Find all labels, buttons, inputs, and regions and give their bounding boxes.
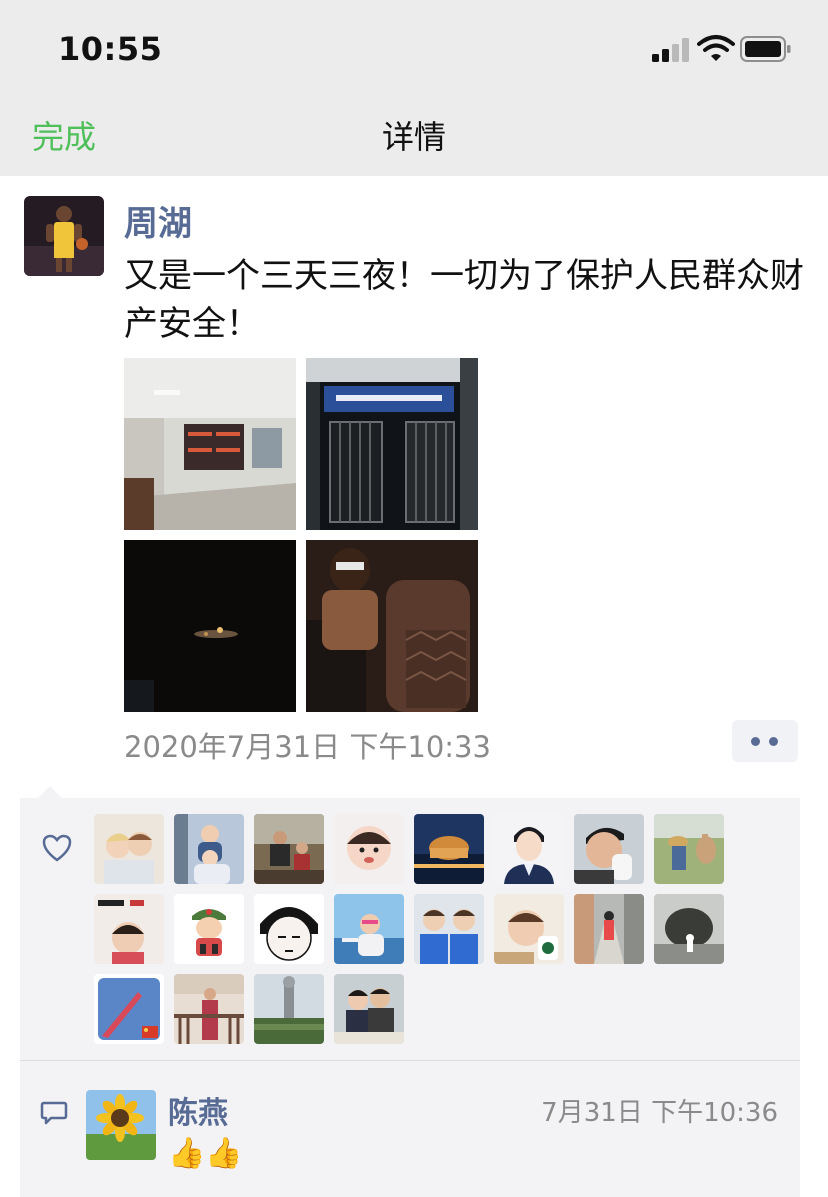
like-avatar[interactable] [254, 894, 324, 964]
like-avatar[interactable] [494, 814, 564, 884]
like-avatar[interactable] [654, 814, 724, 884]
commenter-avatar[interactable] [86, 1090, 156, 1160]
like-avatar[interactable] [654, 894, 724, 964]
like-avatar[interactable] [94, 814, 164, 884]
like-avatar[interactable] [334, 814, 404, 884]
like-avatar[interactable] [494, 894, 564, 964]
page-title: 详情 [381, 118, 446, 156]
like-avatar[interactable] [574, 814, 644, 884]
battery-icon [740, 36, 791, 62]
post-photo-car-interior[interactable] [306, 540, 478, 712]
like-avatar[interactable] [414, 814, 484, 884]
author-avatar[interactable] [24, 196, 104, 276]
likes-panel-caret [38, 786, 62, 798]
like-avatar[interactable] [174, 974, 244, 1044]
like-avatar[interactable] [94, 974, 164, 1044]
done-button[interactable]: 完成 [32, 112, 96, 158]
heart-icon [42, 834, 72, 862]
like-avatar[interactable] [174, 814, 244, 884]
like-avatar[interactable] [334, 974, 404, 1044]
post-photo-gate[interactable] [306, 358, 478, 530]
status-bar: 10:55 [0, 0, 828, 100]
cellular-signal-icon [652, 38, 692, 62]
like-avatar[interactable] [414, 894, 484, 964]
post-photo-office[interactable] [124, 358, 296, 530]
status-time: 10:55 [58, 30, 163, 68]
like-avatar[interactable] [334, 894, 404, 964]
comment-timestamp: 7月31日 下午10:36 [541, 1098, 778, 1128]
post-text: 又是一个三天三夜！一切为了保护人民群众财产安全！ [124, 256, 804, 344]
post-photo-night-road[interactable] [124, 540, 296, 712]
wifi-icon [697, 35, 735, 61]
more-dots-icon[interactable] [732, 720, 798, 762]
commenter-name[interactable]: 陈燕 [168, 1088, 228, 1132]
comment-text: 👍👍 [168, 1136, 243, 1171]
like-avatar[interactable] [254, 814, 324, 884]
post-author-name[interactable]: 周湖 [124, 196, 192, 245]
like-avatar[interactable] [574, 894, 644, 964]
like-avatar[interactable] [94, 894, 164, 964]
like-avatar[interactable] [254, 974, 324, 1044]
like-avatar[interactable] [174, 894, 244, 964]
nav-bar: 详情 完成 [0, 100, 828, 176]
comment-bubble-icon [40, 1101, 68, 1125]
post-timestamp: 2020年7月31日 下午10:33 [124, 730, 491, 764]
